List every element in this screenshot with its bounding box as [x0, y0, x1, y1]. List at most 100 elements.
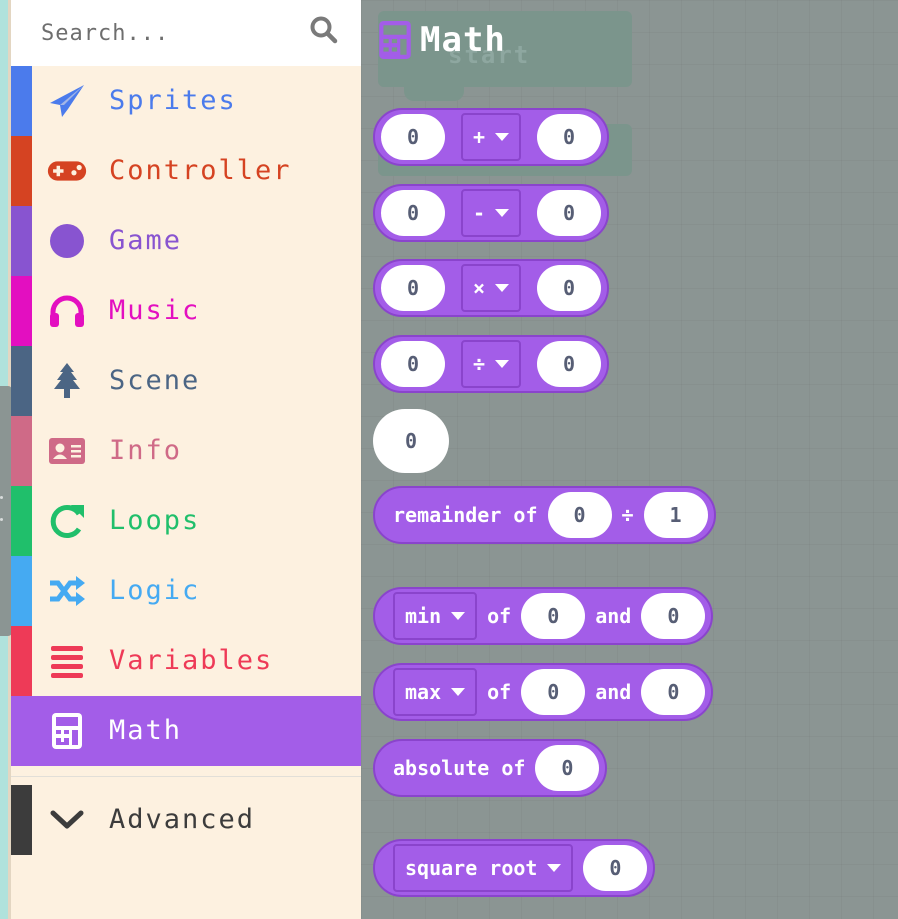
number-block[interactable]: 0 — [373, 409, 449, 473]
tree-icon — [47, 363, 87, 399]
number-input[interactable]: 0 — [536, 265, 601, 311]
category-variables[interactable]: Variables — [11, 626, 361, 696]
search-bar — [11, 0, 361, 66]
category-color-bar — [11, 556, 32, 626]
category-advanced[interactable]: Advanced — [11, 785, 361, 855]
block-label: absolute of — [393, 756, 526, 780]
operator-dropdown[interactable]: ÷ — [460, 340, 522, 388]
function-label: square root — [405, 856, 538, 880]
category-label: Game — [109, 225, 183, 256]
max-block[interactable]: max of 0 and 0 — [373, 663, 714, 721]
number-input[interactable]: 0 — [536, 190, 601, 236]
block-label: and — [595, 604, 632, 628]
block-operator: ÷ — [621, 503, 634, 527]
dropdown-caret-icon — [547, 864, 562, 872]
remainder-block[interactable]: remainder of 0 ÷ 1 — [373, 486, 716, 544]
category-label: Sprites — [109, 85, 237, 116]
category-color-bar — [11, 626, 32, 696]
dropdown-caret-icon — [495, 284, 510, 292]
search-input[interactable] — [39, 14, 303, 52]
category-color-bar — [11, 276, 32, 346]
function-label: max — [405, 680, 442, 704]
function-dropdown[interactable]: max — [393, 668, 478, 716]
category-color-bar — [11, 206, 32, 276]
add-block[interactable]: 0 + 0 — [373, 108, 609, 166]
operator-dropdown[interactable]: + — [460, 113, 522, 161]
toolbox: Sprites Controller Game Music Scene — [11, 0, 361, 919]
gamepad-icon — [47, 153, 87, 189]
operator-label: × — [472, 276, 486, 300]
function-dropdown[interactable]: square root — [393, 844, 574, 892]
number-input[interactable]: 0 — [381, 190, 445, 236]
number-input[interactable]: 0 — [381, 341, 445, 387]
category-label: Music — [109, 295, 201, 326]
number-input[interactable]: 0 — [547, 492, 612, 538]
number-input[interactable]: 0 — [521, 669, 586, 715]
category-color-bar — [11, 785, 32, 855]
flyout-heading: Math — [378, 20, 506, 60]
block-label: of — [487, 604, 512, 628]
category-math[interactable]: Math — [11, 696, 361, 766]
absolute-block[interactable]: absolute of 0 — [373, 739, 608, 797]
chevron-down-icon — [47, 802, 87, 838]
operator-dropdown[interactable]: × — [460, 264, 522, 312]
number-input[interactable]: 0 — [641, 593, 706, 639]
shuffle-icon — [47, 573, 87, 609]
category-label: Variables — [109, 645, 274, 676]
dropdown-caret-icon — [451, 688, 466, 696]
search-icon[interactable] — [309, 15, 339, 45]
number-input[interactable]: 0 — [381, 114, 445, 160]
redo-icon — [47, 503, 87, 539]
function-dropdown[interactable]: min — [393, 592, 478, 640]
id-card-icon — [47, 433, 87, 469]
min-block[interactable]: min of 0 and 0 — [373, 587, 714, 645]
category-logic[interactable]: Logic — [11, 556, 361, 626]
number-input[interactable]: 0 — [381, 265, 445, 311]
category-color-bar — [11, 486, 32, 556]
category-sprites[interactable]: Sprites — [11, 66, 361, 136]
multiply-block[interactable]: 0 × 0 — [373, 259, 609, 317]
category-label: Math — [109, 715, 183, 746]
list-icon — [47, 643, 87, 679]
circle-icon — [47, 223, 87, 259]
divide-block[interactable]: 0 ÷ 0 — [373, 335, 609, 393]
number-input[interactable]: 0 — [521, 593, 586, 639]
divider — [11, 776, 361, 777]
operator-label: - — [472, 201, 486, 225]
category-game[interactable]: Game — [11, 206, 361, 276]
subtract-block[interactable]: 0 - 0 — [373, 184, 609, 242]
paper-plane-icon — [47, 83, 87, 119]
handle-dot — [0, 518, 3, 521]
category-label: Advanced — [109, 804, 256, 835]
category-label: Info — [109, 435, 183, 466]
function-label: min — [405, 604, 442, 628]
square-root-block[interactable]: square root 0 — [373, 839, 656, 897]
number-input[interactable]: 0 — [641, 669, 706, 715]
headphones-icon — [47, 293, 87, 329]
category-label: Controller — [109, 155, 292, 186]
number-input[interactable]: 0 — [536, 114, 601, 160]
dropdown-caret-icon — [451, 612, 466, 620]
number-input[interactable]: 1 — [643, 492, 708, 538]
category-color-bar — [11, 66, 32, 136]
category-controller[interactable]: Controller — [11, 136, 361, 206]
category-label: Loops — [109, 505, 201, 536]
calculator-icon — [379, 21, 411, 59]
number-input[interactable]: 0 — [583, 845, 648, 891]
operator-dropdown[interactable]: - — [460, 189, 522, 237]
category-info[interactable]: Info — [11, 416, 361, 486]
number-input[interactable]: 0 — [535, 745, 600, 791]
category-label: Scene — [109, 365, 201, 396]
dropdown-caret-icon — [495, 360, 510, 368]
number-input[interactable]: 0 — [536, 341, 601, 387]
operator-label: + — [472, 125, 486, 149]
workspace-canvas[interactable]: start Math 0 + 0 0 - 0 0 × 0 0 ÷ 0 0 rem… — [361, 0, 898, 919]
category-loops[interactable]: Loops — [11, 486, 361, 556]
dropdown-caret-icon — [495, 209, 510, 217]
block-label: of — [487, 680, 512, 704]
ghost-notch — [404, 87, 464, 101]
category-color-bar — [11, 346, 32, 416]
flyout-title: Math — [420, 20, 506, 60]
category-music[interactable]: Music — [11, 276, 361, 346]
category-scene[interactable]: Scene — [11, 346, 361, 416]
